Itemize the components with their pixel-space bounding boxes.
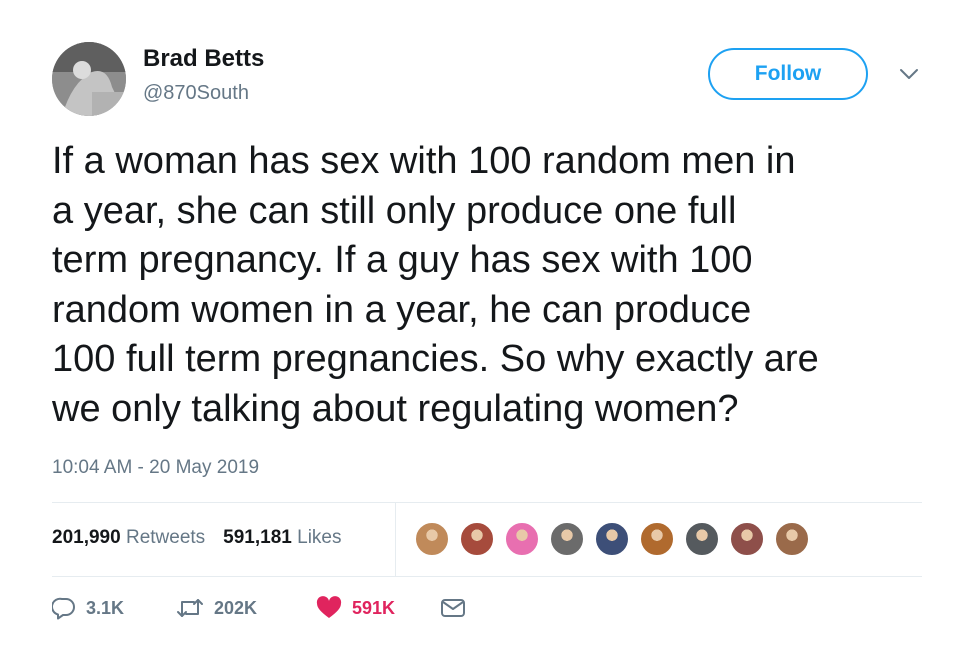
- vertical-divider: [395, 503, 396, 576]
- retweet-button[interactable]: 202K: [176, 596, 316, 620]
- retweets-label: Retweets: [125, 527, 206, 548]
- liker-avatar[interactable]: [549, 521, 585, 557]
- chevron-down-icon[interactable]: [898, 66, 920, 82]
- tweet-line: random women in a year, he can produce: [52, 288, 752, 331]
- tweet-line: If a woman has sex with 100 random men i…: [52, 140, 796, 182]
- envelope-icon: [440, 597, 466, 619]
- tweet-stats: 201,990 Retweets 591,181 Likes: [52, 527, 360, 549]
- liker-avatar[interactable]: [774, 521, 810, 557]
- tweet-actions: 3.1K 202K 591K: [52, 596, 466, 620]
- retweet-count: 202K: [214, 597, 258, 618]
- tweet-line: 100 full term pregnancies. So why exactl…: [52, 338, 819, 380]
- retweet-icon: [176, 596, 204, 620]
- avatar[interactable]: [52, 42, 126, 116]
- liker-avatar[interactable]: [414, 521, 450, 557]
- message-button[interactable]: [440, 597, 466, 619]
- heart-icon: [316, 596, 342, 620]
- likes-stat[interactable]: 591,181 Likes: [223, 527, 341, 549]
- reply-button[interactable]: 3.1K: [52, 596, 176, 620]
- divider: [52, 502, 922, 503]
- user-handle[interactable]: @870South: [143, 82, 249, 105]
- liker-avatar[interactable]: [504, 521, 540, 557]
- retweets-count: 201,990: [52, 527, 121, 548]
- display-name[interactable]: Brad Betts: [143, 45, 264, 73]
- likes-label: Likes: [297, 527, 342, 548]
- tweet-text: If a woman has sex with 100 random men i…: [52, 137, 952, 434]
- liker-avatars: [414, 521, 819, 557]
- tweet-line: term pregnancy. If a guy has sex with 10…: [52, 239, 753, 281]
- liker-avatar[interactable]: [459, 521, 495, 557]
- likes-count: 591,181: [223, 527, 292, 548]
- liker-avatar[interactable]: [729, 521, 765, 557]
- reply-count: 3.1K: [86, 597, 125, 618]
- like-button[interactable]: 591K: [316, 596, 440, 620]
- liker-avatar[interactable]: [639, 521, 675, 557]
- tweet-timestamp[interactable]: 10:04 AM - 20 May 2019: [52, 457, 259, 479]
- tweet-line: we only talking about regulating women?: [52, 387, 739, 430]
- follow-button[interactable]: Follow: [708, 48, 868, 100]
- liker-avatar[interactable]: [594, 521, 630, 557]
- like-count: 591K: [352, 597, 396, 618]
- tweet-line: a year, she can still only produce one f…: [52, 189, 737, 232]
- liker-avatar[interactable]: [684, 521, 720, 557]
- reply-icon: [52, 596, 76, 620]
- divider: [52, 576, 922, 577]
- retweets-stat[interactable]: 201,990 Retweets: [52, 527, 205, 549]
